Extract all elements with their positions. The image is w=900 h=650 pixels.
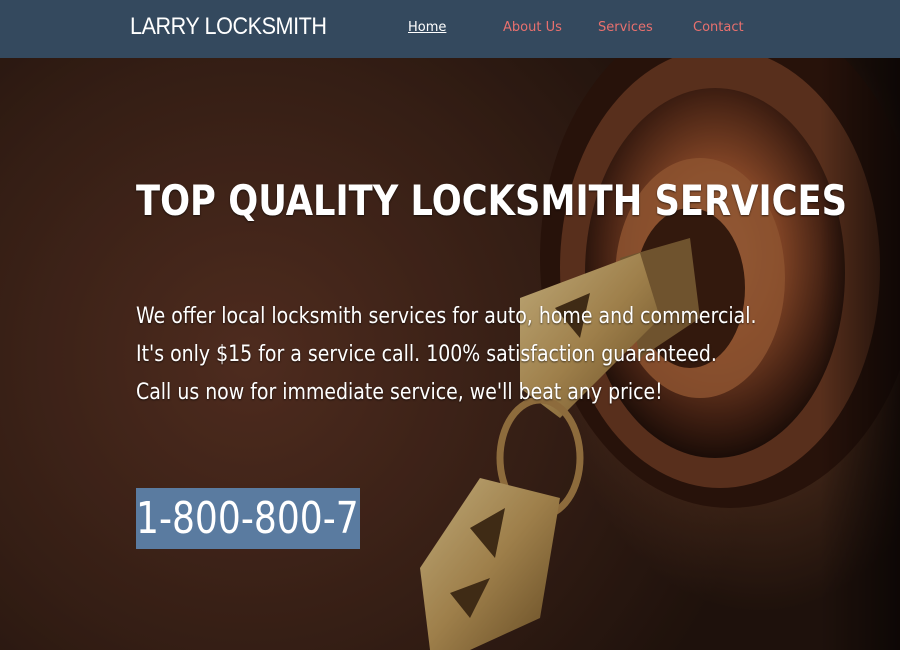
nav-link-about-us[interactable]: About Us bbox=[503, 20, 562, 35]
nav-link-services[interactable]: Services bbox=[598, 20, 653, 35]
brand-logo[interactable]: LARRY LOCKSMITH bbox=[130, 13, 327, 41]
hero-description-line: It's only $15 for a service call. 100% s… bbox=[136, 342, 717, 367]
top-navbar: LARRY LOCKSMITH Home About Us Services C… bbox=[0, 0, 900, 58]
phone-number-badge[interactable]: 1-800-800-750 bbox=[136, 488, 360, 549]
hero-section: TOP QUALITY LOCKSMITH SERVICES We offer … bbox=[0, 58, 900, 650]
hero-description: We offer local locksmith services for au… bbox=[136, 298, 756, 412]
nav-link-contact[interactable]: Contact bbox=[693, 20, 744, 35]
hero-description-line: Call us now for immediate service, we'll… bbox=[136, 380, 663, 405]
phone-number[interactable]: 1-800-800-750 bbox=[136, 488, 360, 549]
nav-link-home[interactable]: Home bbox=[408, 20, 446, 35]
hero-description-line: We offer local locksmith services for au… bbox=[136, 304, 757, 329]
hero-headline: TOP QUALITY LOCKSMITH SERVICES bbox=[136, 176, 848, 225]
